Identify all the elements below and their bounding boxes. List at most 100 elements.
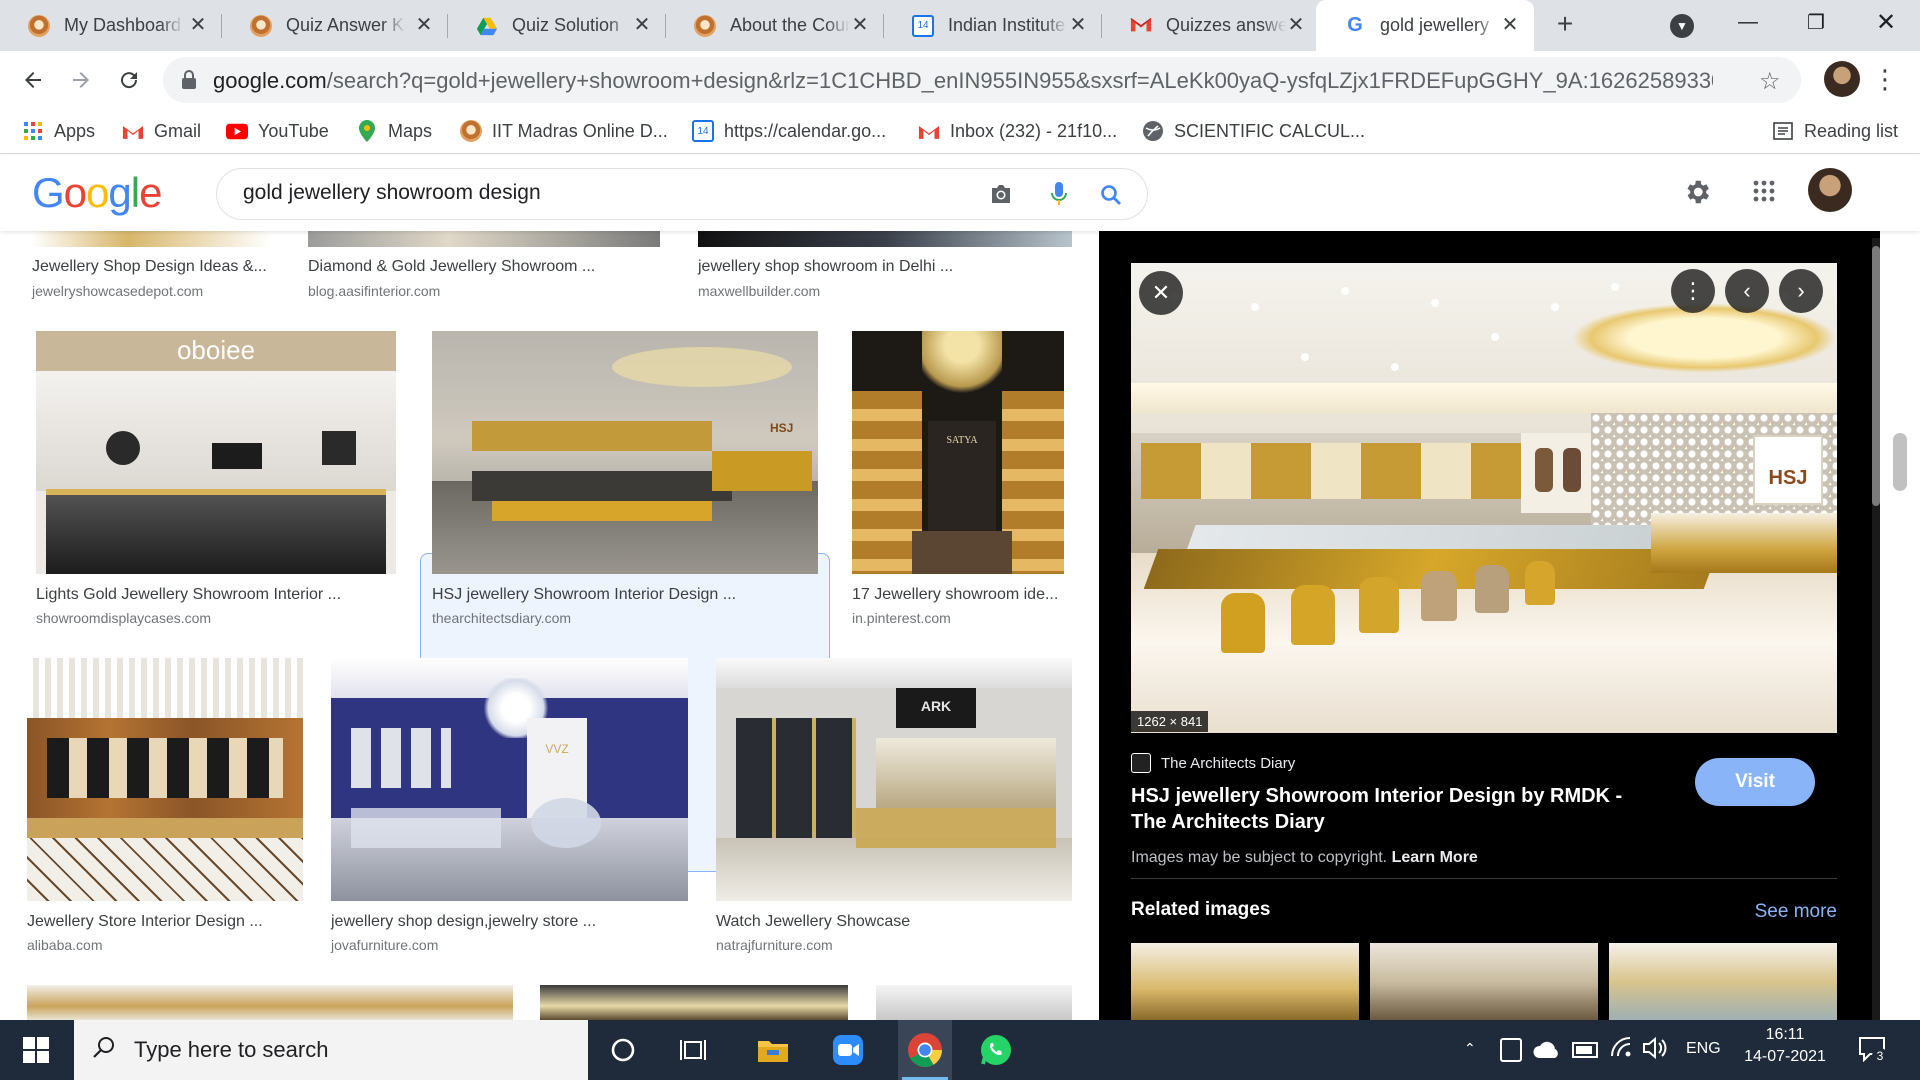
result-thumbnail[interactable] — [540, 985, 848, 1020]
new-tab-plus-icon[interactable]: + — [1550, 10, 1580, 40]
tab-gold-jewellery[interactable]: G gold jewellery ✕ — [1316, 0, 1534, 51]
result-thumbnail[interactable]: SATYA — [852, 331, 1064, 574]
tab-search-chevron-down-icon[interactable]: ▼ — [1670, 14, 1694, 38]
result-caption[interactable]: Diamond & Gold Jewellery Showroom ... — [308, 258, 595, 276]
tab-indian-institute[interactable]: 14 Indian Institute ✕ — [884, 0, 1102, 51]
zoom-icon[interactable] — [830, 1032, 866, 1068]
reading-list-button[interactable]: Reading list — [1772, 118, 1898, 144]
related-image-thumbnail[interactable] — [1131, 943, 1359, 1020]
close-icon[interactable]: ✕ — [632, 15, 652, 35]
result-source[interactable]: jovafurniture.com — [331, 937, 438, 953]
result-thumbnail[interactable]: HSJ — [432, 331, 818, 574]
result-caption[interactable]: Watch Jewellery Showcase — [716, 913, 910, 931]
bookmark-maps[interactable]: Maps — [356, 118, 432, 144]
google-logo[interactable]: Google — [32, 169, 162, 217]
result-caption[interactable]: jewellery shop design,jewelry store ... — [331, 913, 596, 931]
bookmark-scientific-calculator[interactable]: SCIENTIFIC CALCUL... — [1142, 118, 1365, 144]
site-name[interactable]: The Architects Diary — [1161, 755, 1295, 772]
result-caption[interactable]: HSJ jewellery Showroom Interior Design .… — [432, 586, 736, 604]
task-view-icon[interactable] — [675, 1032, 711, 1068]
tab-quizzes-answers[interactable]: Quizzes answers ✕ — [1102, 0, 1320, 51]
chrome-taskbar-button[interactable] — [898, 1020, 952, 1080]
battery-icon[interactable] — [1572, 1042, 1598, 1058]
result-caption[interactable]: 17 Jewellery showroom ide... — [852, 586, 1058, 604]
notifications-icon[interactable]: 3 — [1858, 1036, 1888, 1067]
result-caption[interactable]: jewellery shop showroom in Delhi ... — [698, 258, 953, 276]
account-avatar[interactable] — [1808, 168, 1852, 212]
result-title[interactable]: HSJ jewellery Showroom Interior Design b… — [1131, 783, 1651, 835]
back-icon[interactable] — [18, 65, 48, 95]
taskbar-search[interactable]: Type here to search — [74, 1020, 588, 1080]
panel-scrollbar-thumb[interactable] — [1872, 246, 1880, 506]
panel-scrollbar[interactable] — [1872, 238, 1880, 1020]
previous-image-button[interactable]: ‹ — [1725, 269, 1769, 313]
whatsapp-icon[interactable] — [978, 1032, 1014, 1068]
close-icon[interactable]: ✕ — [1068, 15, 1088, 35]
wifi-icon[interactable] — [1610, 1036, 1634, 1065]
volume-icon[interactable] — [1642, 1036, 1668, 1065]
scrollbar-thumb[interactable] — [1893, 433, 1907, 491]
profile-avatar[interactable] — [1824, 61, 1860, 97]
menu-dots-icon[interactable]: ⋮ — [1870, 61, 1900, 97]
search-box[interactable] — [216, 168, 1148, 220]
microphone-icon[interactable] — [1051, 181, 1067, 212]
google-apps-grid-icon[interactable] — [1752, 179, 1776, 208]
related-image-thumbnail[interactable] — [1609, 943, 1837, 1020]
result-thumbnail[interactable]: VVZ — [331, 658, 688, 901]
close-icon[interactable]: ✕ — [850, 15, 870, 35]
bookmark-gmail[interactable]: Gmail — [122, 118, 201, 144]
result-source[interactable]: in.pinterest.com — [852, 610, 951, 626]
result-thumbnail[interactable]: oboiee — [36, 331, 396, 574]
search-input[interactable] — [243, 181, 963, 205]
result-thumbnail[interactable]: ARK — [716, 658, 1072, 901]
show-hidden-icons-chevron-up-icon[interactable]: ⌃ — [1464, 1040, 1476, 1057]
result-source[interactable]: thearchitectsdiary.com — [432, 610, 571, 626]
bookmark-apps[interactable]: Apps — [22, 118, 95, 144]
result-source[interactable]: jewelryshowcasedepot.com — [32, 283, 203, 299]
bookmark-inbox[interactable]: Inbox (232) - 21f10... — [918, 118, 1117, 144]
page-scrollbar[interactable]: ▲ — [1880, 155, 1920, 1020]
tab-my-dashboard[interactable]: My Dashboard ✕ — [0, 0, 222, 51]
result-source[interactable]: natrajfurniture.com — [716, 937, 833, 953]
related-image-thumbnail[interactable] — [1370, 943, 1598, 1020]
result-caption[interactable]: Lights Gold Jewellery Showroom Interior … — [36, 586, 341, 604]
close-icon[interactable]: ✕ — [414, 15, 434, 35]
visit-button[interactable]: Visit — [1695, 758, 1815, 806]
result-source[interactable]: showroomdisplaycases.com — [36, 610, 211, 626]
close-preview-button[interactable]: ✕ — [1139, 271, 1183, 315]
see-more-link[interactable]: See more — [1690, 901, 1837, 923]
forward-icon[interactable] — [66, 65, 96, 95]
clock[interactable]: 16:11 14-07-2021 — [1730, 1026, 1840, 1066]
result-thumbnail[interactable] — [27, 985, 513, 1020]
windows-start-icon[interactable] — [18, 1032, 54, 1068]
file-explorer-icon[interactable] — [755, 1032, 791, 1068]
tab-quiz-solution[interactable]: Quiz Solution ✕ — [448, 0, 666, 51]
reload-icon[interactable] — [114, 65, 144, 95]
bookmark-youtube[interactable]: YouTube — [226, 118, 329, 144]
preview-image[interactable]: HSJ ✕ ⋮ ‹ › 1262 × 841 — [1131, 263, 1837, 733]
result-thumbnail[interactable] — [308, 231, 660, 247]
lock-icon[interactable] — [181, 70, 197, 95]
language-indicator[interactable]: ENG — [1686, 1040, 1721, 1058]
window-close-icon[interactable]: ✕ — [1856, 0, 1916, 44]
camera-icon[interactable] — [989, 183, 1013, 210]
close-icon[interactable]: ✕ — [188, 15, 208, 35]
restore-icon[interactable]: ❐ — [1786, 0, 1846, 44]
result-thumbnail[interactable] — [32, 231, 270, 247]
result-source[interactable]: maxwellbuilder.com — [698, 283, 820, 299]
bookmark-star-icon[interactable]: ☆ — [1759, 67, 1781, 96]
device-icon[interactable] — [1500, 1038, 1522, 1062]
tab-quiz-answer-key[interactable]: Quiz Answer Key ✕ — [222, 0, 448, 51]
close-icon[interactable]: ✕ — [1500, 15, 1520, 35]
tab-about-the-course[interactable]: About the Course ✕ — [666, 0, 884, 51]
address-bar[interactable]: google.com/search?q=gold+jewellery+showr… — [163, 57, 1801, 103]
result-thumbnail[interactable] — [698, 231, 1072, 247]
result-source[interactable]: blog.aasifinterior.com — [308, 283, 440, 299]
settings-gear-icon[interactable] — [1682, 177, 1712, 212]
bookmark-calendar[interactable]: 14 https://calendar.go... — [692, 118, 886, 144]
cortana-icon[interactable] — [605, 1032, 641, 1068]
minimize-icon[interactable]: — — [1718, 0, 1778, 44]
next-image-button[interactable]: › — [1779, 269, 1823, 313]
result-caption[interactable]: Jewellery Store Interior Design ... — [27, 913, 263, 931]
bookmark-iit-madras[interactable]: IIT Madras Online D... — [460, 118, 668, 144]
